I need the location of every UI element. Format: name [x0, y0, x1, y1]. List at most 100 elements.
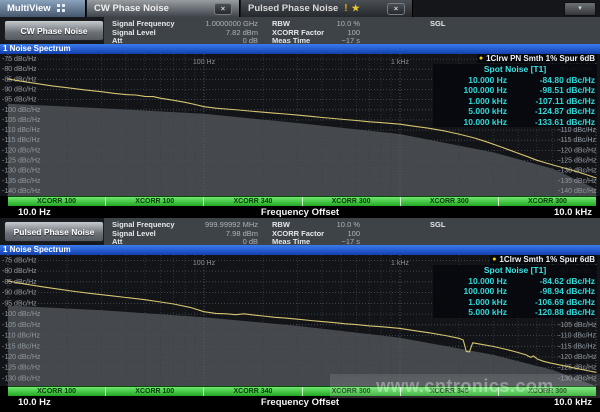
- y-axis-label: -130 dBc/Hz: [2, 168, 41, 175]
- x-decade-label: 100 Hz: [193, 260, 216, 267]
- x-axis-title: Frequency Offset: [0, 207, 600, 218]
- channel-header-cw: CW Phase NoiseSignal Frequency1.0000000 …: [0, 17, 600, 44]
- spot-noise-row: 1.000 kHz-107.11 dBc/Hz: [435, 96, 595, 107]
- y-axis-label: -105 dBc/Hz: [2, 322, 41, 329]
- xcorr-segment-label: XCORR 300: [528, 198, 567, 205]
- y-axis-label-right: -115 dBc/Hz: [558, 343, 596, 350]
- y-axis-label-right: -105 dBc/Hz: [558, 322, 597, 329]
- tab-multiview[interactable]: MultiView: [0, 0, 86, 17]
- close-icon[interactable]: ×: [214, 3, 232, 15]
- tab-pulsed-phase-noise[interactable]: Pulsed Phase Noise ! ★ ×: [241, 0, 413, 17]
- y-axis-label: -125 dBc/Hz: [2, 158, 41, 165]
- noise-spectrum-plot-cw[interactable]: -75 dBc/Hz-75 dBc/Hz-80 dBc/Hz-80 dBc/Hz…: [0, 54, 600, 196]
- x-decade-label: 1 kHz: [391, 59, 409, 66]
- tab-bar: MultiView CW Phase Noise × Pulsed Phase …: [0, 0, 600, 17]
- xcorr-segment-label: XCORR 300: [528, 388, 567, 395]
- y-axis-label-right: -115 dBc/Hz: [558, 137, 596, 144]
- spot-noise-title: Spot Noise [T1]: [435, 265, 595, 276]
- y-axis-label-right: -120 dBc/Hz: [558, 147, 597, 154]
- window-menu-button[interactable]: ▾: [564, 2, 596, 16]
- spot-noise-row: 10.000 kHz-133.61 dBc/Hz: [435, 117, 595, 128]
- spot-noise-value: -133.61 dBc/Hz: [507, 117, 595, 128]
- spot-noise-value: -98.94 dBc/Hz: [507, 286, 595, 297]
- y-axis-label: -120 dBc/Hz: [2, 147, 41, 154]
- spot-noise-row: 5.000 kHz-120.88 dBc/Hz: [435, 307, 595, 318]
- trace-label: 1Clrw PN Smth 1% Spur 6dB: [486, 54, 595, 63]
- y-axis-label: -75 dBc/Hz: [2, 257, 37, 264]
- xcorr-segment: XCORR 300: [498, 387, 596, 396]
- xcorr-segment: XCORR 340: [203, 387, 301, 396]
- y-axis-label: -115 dBc/Hz: [2, 343, 40, 350]
- y-axis-label-right: -110 dBc/Hz: [558, 333, 596, 340]
- xcorr-segment: XCORR 300: [498, 197, 596, 206]
- y-axis-label-right: -140 dBc/Hz: [558, 188, 597, 195]
- window-title-bar-cw[interactable]: 1 Noise Spectrum: [0, 44, 600, 54]
- y-axis-label: -125 dBc/Hz: [2, 365, 41, 372]
- spot-noise-freq: 5.000 kHz: [435, 106, 507, 117]
- xcorr-segment: XCORR 300: [302, 387, 400, 396]
- xcorr-segment: XCORR 100: [8, 197, 105, 206]
- xcorr-segment-label: XCORR 340: [233, 388, 272, 395]
- spot-noise-row: 100.000 Hz-98.51 dBc/Hz: [435, 85, 595, 96]
- y-axis-label: -90 dBc/Hz: [2, 290, 37, 297]
- y-axis-label-right: -110 dBc/Hz: [558, 127, 596, 134]
- spot-noise-title: Spot Noise [T1]: [435, 64, 595, 75]
- window-title-bar-pulsed[interactable]: 1 Noise Spectrum: [0, 245, 600, 255]
- xcorr-segment-label: XCORR 100: [37, 388, 76, 395]
- trace-info: ●1Clrw Smth 1% Spur 6dB: [490, 255, 597, 264]
- x-axis-title: Frequency Offset: [0, 397, 600, 408]
- xcorr-segment: XCORR 100: [105, 387, 203, 396]
- channel-header-pulsed: Pulsed Phase NoiseSignal Frequency999.99…: [0, 218, 600, 245]
- spot-noise-freq: 10.000 Hz: [435, 75, 507, 86]
- y-axis-label-right: -130 dBc/Hz: [558, 376, 597, 383]
- noise-spectrum-plot-pulsed[interactable]: -75 dBc/Hz-75 dBc/Hz-80 dBc/Hz-80 dBc/Hz…: [0, 255, 600, 386]
- y-axis-label: -140 dBc/Hz: [2, 188, 41, 195]
- xcorr-segment-label: XCORR 300: [332, 198, 371, 205]
- xcorr-bar-pulsed: XCORR 100 XCORR 100 XCORR 340 XCORR 300 XCOR…: [8, 386, 596, 396]
- xcorr-segment-label: XCORR 300: [430, 198, 469, 205]
- spot-noise-freq: 10.000 kHz: [435, 117, 507, 128]
- xcorr-segment-label: XCORR 100: [135, 388, 174, 395]
- spot-noise-freq: 1.000 kHz: [435, 297, 507, 308]
- y-axis-label: -100 dBc/Hz: [2, 107, 41, 114]
- spot-noise-value: -98.51 dBc/Hz: [507, 85, 595, 96]
- spot-noise-freq: 100.000 Hz: [435, 286, 507, 297]
- x-axis-stop: 10.0 kHz: [554, 397, 592, 408]
- spot-noise-row: 100.000 Hz-98.94 dBc/Hz: [435, 286, 595, 297]
- xcorr-segment-label: XCORR 340: [233, 198, 272, 205]
- y-axis-label: -100 dBc/Hz: [2, 311, 41, 318]
- x-axis-row-pulsed: 10.0 HzFrequency Offset10.0 kHz: [0, 396, 600, 412]
- spot-noise-freq: 1.000 kHz: [435, 96, 507, 107]
- y-axis-label: -135 dBc/Hz: [2, 178, 41, 185]
- y-axis-label-right: -125 dBc/Hz: [558, 158, 597, 165]
- y-axis-label: -80 dBc/Hz: [2, 66, 37, 73]
- analyzer-screen: MultiView CW Phase Noise × Pulsed Phase …: [0, 0, 600, 412]
- grid-icon: [57, 4, 66, 13]
- trace-label: 1Clrw Smth 1% Spur 6dB: [499, 255, 595, 264]
- close-icon[interactable]: ×: [387, 3, 405, 15]
- spot-noise-table: Spot Noise [T1]10.000 Hz-84.62 dBc/Hz100…: [433, 265, 597, 318]
- xcorr-segment: XCORR 340: [203, 197, 301, 206]
- xcorr-segment: XCORR 300: [400, 197, 498, 206]
- y-axis-label: -105 dBc/Hz: [2, 117, 41, 124]
- xcorr-segment: XCORR 100: [105, 197, 203, 206]
- spot-noise-value: -107.11 dBc/Hz: [507, 96, 595, 107]
- spot-noise-value: -84.62 dBc/Hz: [507, 276, 595, 287]
- spot-noise-value: -124.87 dBc/Hz: [507, 106, 595, 117]
- y-axis-label: -110 dBc/Hz: [2, 127, 40, 134]
- y-axis-label: -120 dBc/Hz: [2, 354, 41, 361]
- y-axis-label: -95 dBc/Hz: [2, 97, 37, 104]
- x-axis-stop: 10.0 kHz: [554, 207, 592, 218]
- spot-noise-value: -120.88 dBc/Hz: [507, 307, 595, 318]
- spot-noise-value: -106.69 dBc/Hz: [507, 297, 595, 308]
- xcorr-segment-label: XCORR 100: [135, 198, 174, 205]
- tab-cw-phase-noise[interactable]: CW Phase Noise ×: [87, 0, 240, 17]
- window-title: 1 Noise Spectrum: [3, 44, 71, 53]
- warning-icon: !: [344, 3, 347, 14]
- spot-noise-freq: 10.000 Hz: [435, 276, 507, 287]
- tab-multiview-label: MultiView: [7, 3, 51, 14]
- trace1-marker: ●: [479, 54, 483, 63]
- tab-cw-label: CW Phase Noise: [94, 3, 169, 14]
- xcorr-segment-label: XCORR 300: [332, 388, 371, 395]
- y-axis-label-right: -120 dBc/Hz: [558, 354, 597, 361]
